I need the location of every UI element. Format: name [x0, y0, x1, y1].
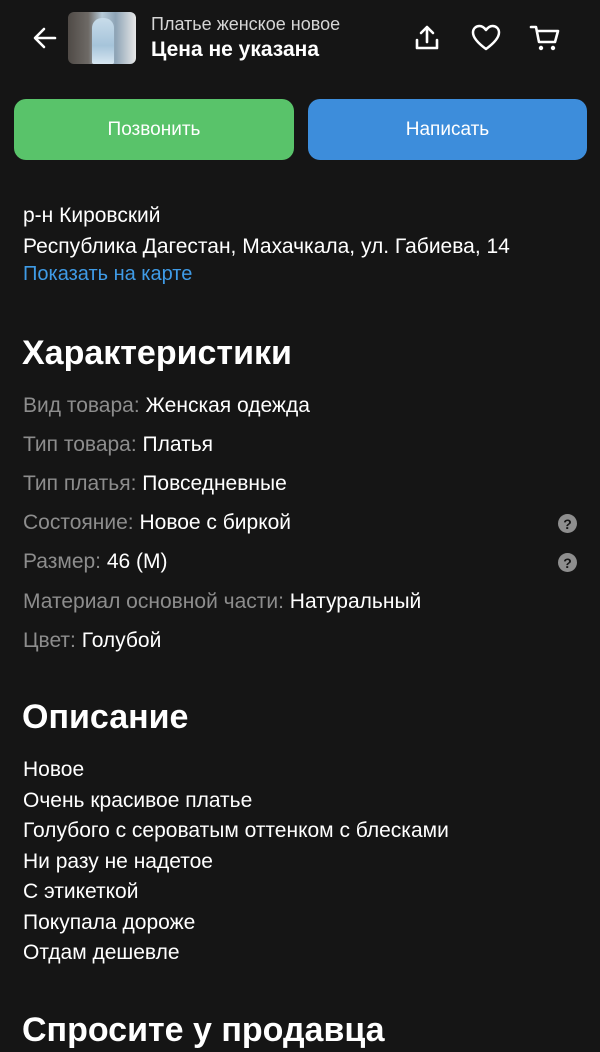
- description-line: Покупала дороже: [23, 911, 196, 934]
- characteristic-row: Цвет: Голубой: [23, 629, 161, 653]
- characteristic-row: Состояние: Новое с биркой: [23, 511, 291, 535]
- characteristic-row: Материал основной части: Натуральный: [23, 590, 421, 614]
- characteristic-label: Материал основной части:: [23, 590, 284, 613]
- share-icon: [415, 25, 439, 50]
- ask-seller-title: Спросите у продавца: [22, 1011, 385, 1049]
- back-button[interactable]: [28, 22, 62, 54]
- description-title: Описание: [22, 698, 189, 736]
- size-help-icon[interactable]: ?: [558, 553, 577, 572]
- characteristic-row: Тип товара: Платья: [23, 433, 213, 457]
- description-line: Очень красивое платье: [23, 789, 253, 812]
- share-button[interactable]: [409, 20, 445, 56]
- listing-price: Цена не указана: [151, 38, 319, 61]
- characteristic-label: Тип товара:: [23, 433, 137, 456]
- description-line: С этикеткой: [23, 880, 139, 903]
- characteristics-title: Характеристики: [22, 334, 292, 372]
- characteristic-value: 46 (M): [106, 550, 168, 573]
- characteristic-row: Вид товара: Женская одежда: [23, 394, 310, 418]
- characteristic-row: Тип платья: Повседневные: [23, 472, 287, 496]
- characteristic-value: Голубой: [81, 629, 162, 652]
- characteristic-label: Состояние:: [23, 511, 134, 534]
- characteristic-label: Цвет:: [23, 629, 76, 652]
- description-line: Отдам дешевле: [23, 941, 180, 964]
- listing-title: Платье женское новое: [151, 14, 341, 34]
- description-line: Новое: [23, 758, 85, 781]
- characteristic-label: Тип платья:: [23, 472, 137, 495]
- address-district: р-н Кировский: [23, 204, 161, 227]
- characteristic-value: Женская одежда: [145, 394, 310, 417]
- heart-icon: [471, 24, 501, 51]
- description-line: Ни разу не надетое: [23, 850, 213, 873]
- show-on-map-link[interactable]: Показать на карте: [23, 263, 192, 286]
- characteristic-row: Размер: 46 (M): [23, 550, 168, 574]
- characteristic-value: Натуральный: [289, 590, 422, 613]
- write-button[interactable]: Написать: [308, 99, 587, 160]
- call-button[interactable]: Позвонить: [14, 99, 294, 160]
- address-full: Республика Дагестан, Махачкала, ул. Габи…: [23, 235, 510, 258]
- listing-thumbnail[interactable]: [68, 12, 136, 64]
- description-line: Голубого с сероватым оттенком с блесками: [23, 819, 449, 842]
- characteristic-value: Повседневные: [142, 472, 287, 495]
- characteristic-label: Размер:: [23, 550, 102, 573]
- characteristic-value: Платья: [142, 433, 214, 456]
- top-bar: Платье женское новое Цена не указана: [0, 0, 600, 76]
- cart-button[interactable]: [527, 20, 563, 56]
- characteristic-value: Новое с биркой: [139, 511, 292, 534]
- arrow-left-icon: [33, 27, 57, 49]
- favorite-button[interactable]: [468, 20, 504, 56]
- cart-icon: [529, 25, 560, 51]
- condition-help-icon[interactable]: ?: [558, 514, 577, 533]
- characteristic-label: Вид товара:: [23, 394, 140, 417]
